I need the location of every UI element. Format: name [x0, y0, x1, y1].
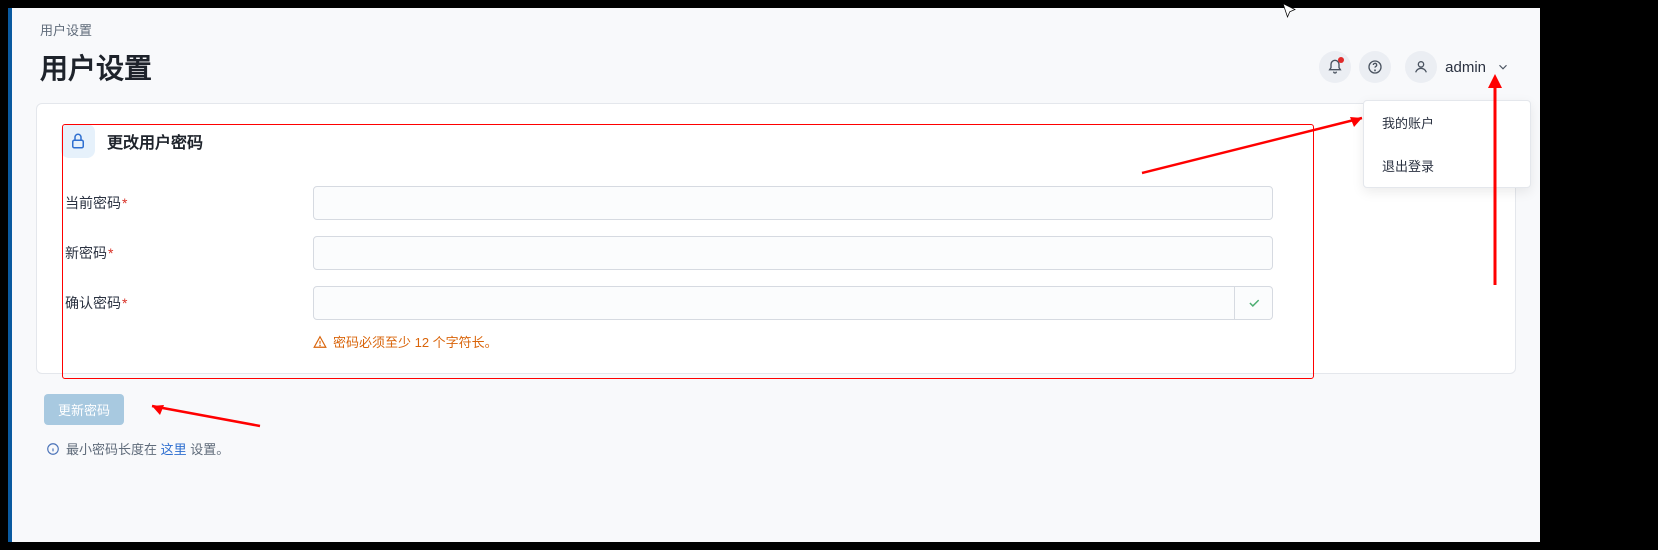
help-button[interactable] — [1359, 51, 1391, 83]
help-icon — [1367, 59, 1383, 75]
new-password-row: 新密码* — [61, 236, 1491, 270]
required-mark: * — [108, 245, 113, 261]
confirm-password-input[interactable] — [313, 286, 1235, 320]
notifications-button[interactable] — [1319, 51, 1351, 83]
lock-icon — [69, 132, 87, 150]
notification-dot-icon — [1338, 57, 1344, 63]
breadcrumb[interactable]: 用户设置 — [12, 8, 1540, 47]
cursor-icon — [1280, 2, 1298, 20]
dropdown-my-account[interactable]: 我的账户 — [1364, 101, 1530, 144]
hint-suffix: 设置。 — [187, 442, 230, 457]
required-mark: * — [122, 195, 127, 211]
user-dropdown: 我的账户 退出登录 — [1363, 100, 1531, 188]
confirm-valid-indicator — [1235, 286, 1273, 320]
warning-icon — [313, 335, 327, 349]
warning-text: 密码必须至少 12 个字符长。 — [333, 332, 498, 351]
confirm-password-label: 确认密码* — [61, 293, 313, 313]
section-header: 更改用户密码 — [61, 124, 1491, 158]
header-actions: admin — [1319, 47, 1516, 87]
chevron-down-icon — [1496, 60, 1510, 74]
current-password-input[interactable] — [313, 186, 1273, 220]
hint-link[interactable]: 这里 — [161, 442, 187, 457]
required-mark: * — [122, 295, 127, 311]
page-title: 用户设置 — [40, 47, 152, 87]
new-password-label: 新密码* — [61, 243, 313, 263]
new-password-input[interactable] — [313, 236, 1273, 270]
hint-prefix: 最小密码长度在 — [66, 442, 161, 457]
current-password-row: 当前密码* — [61, 186, 1491, 220]
confirm-password-row: 确认密码* — [61, 286, 1491, 320]
dropdown-logout[interactable]: 退出登录 — [1364, 144, 1530, 187]
current-password-label: 当前密码* — [61, 193, 313, 213]
password-warning: 密码必须至少 12 个字符长。 — [313, 332, 1491, 351]
user-icon — [1413, 59, 1429, 75]
user-avatar — [1405, 51, 1437, 83]
change-password-card: 更改用户密码 当前密码* 新密码* 确认密码 — [36, 103, 1516, 374]
check-icon — [1247, 296, 1261, 310]
password-length-hint: 最小密码长度在 这里 设置。 — [46, 439, 1540, 458]
section-title: 更改用户密码 — [107, 129, 203, 153]
update-password-button[interactable]: 更新密码 — [44, 394, 124, 425]
username-label: admin — [1445, 59, 1486, 76]
lock-chip — [61, 124, 95, 158]
user-menu-trigger[interactable]: admin — [1399, 47, 1516, 87]
info-icon — [46, 442, 60, 456]
page-header: 用户设置 admin — [12, 47, 1540, 103]
